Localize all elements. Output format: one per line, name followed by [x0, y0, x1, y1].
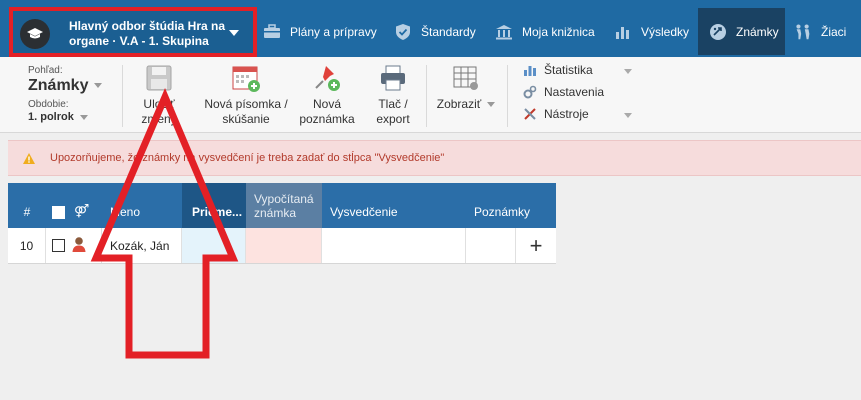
col-average[interactable]: Prieme...: [182, 183, 246, 228]
add-note-button[interactable]: +: [516, 228, 556, 263]
graduation-cap-icon: [20, 19, 50, 49]
nav-label: Plány a prípravy: [290, 24, 377, 39]
shield-check-icon: [393, 23, 413, 41]
briefcase-icon: [262, 23, 282, 41]
table-settings-icon: [450, 63, 482, 93]
calculated-grade-cell[interactable]: [246, 228, 322, 263]
col-report-card[interactable]: Vysvedčenie: [322, 183, 466, 228]
statistics-icon: [522, 63, 538, 77]
student-avatar-icon: [71, 236, 87, 256]
app-root: Hlavný odbor štúdia Hra na organe · V.A …: [0, 0, 861, 400]
plus-icon: +: [529, 232, 543, 258]
save-changes-button[interactable]: Uložiť zmeny: [136, 63, 182, 127]
warning-text: Upozorňujeme, že známky na vysvedčení je…: [50, 152, 445, 164]
grades-table: # ⚤ Meno Prieme... Vypočítaná známka Vys…: [8, 183, 556, 264]
floppy-disk-icon: [143, 63, 175, 93]
warning-banner: Upozorňujeme, že známky na vysvedčení je…: [8, 140, 861, 176]
average-cell[interactable]: [182, 228, 246, 263]
nav-library[interactable]: Moja knižnica: [494, 8, 604, 55]
nav-students[interactable]: Žiaci: [793, 8, 861, 55]
top-navigation: Hlavný odbor štúdia Hra na organe · V.A …: [0, 0, 861, 57]
term-value: 1. polrok: [28, 111, 74, 123]
new-note-button[interactable]: Nová poznámka: [297, 63, 357, 127]
chevron-down-icon: [487, 102, 496, 108]
statistics-label: Štatistika: [544, 63, 593, 77]
table-header: # ⚤ Meno Prieme... Vypočítaná známka Vys…: [8, 183, 556, 228]
view-value: Známky: [28, 77, 89, 94]
printer-icon: [377, 63, 409, 93]
students-icon: [793, 23, 813, 41]
student-name[interactable]: Kozák, Ján: [102, 228, 182, 263]
nav-label: Známky: [736, 24, 779, 39]
calendar-add-icon: [230, 63, 262, 93]
row-select-cell: [46, 228, 102, 263]
select-all-checkbox[interactable]: [52, 206, 65, 219]
chevron-down-icon: [79, 114, 88, 120]
nav-grades[interactable]: Známky: [698, 8, 785, 55]
col-name[interactable]: Meno: [102, 183, 182, 228]
nav-results[interactable]: Výsledky: [613, 8, 695, 55]
term-label: Obdobie:: [28, 99, 69, 110]
view-selector[interactable]: Pohľad: Známky Obdobie: 1. polrok: [28, 65, 103, 123]
table-row: 10 Kozák, Ján +: [8, 228, 556, 264]
settings-label: Nastavenia: [544, 85, 605, 99]
grade-icon: [708, 23, 728, 41]
notes-cell[interactable]: [466, 228, 516, 263]
class-selector[interactable]: Hlavný odbor štúdia Hra na organe · V.A …: [9, 7, 257, 57]
tools-label: Nástroje: [544, 107, 589, 121]
new-note-label: Nová poznámka: [299, 97, 355, 126]
class-selector-title: Hlavný odbor štúdia Hra na organe · V.A …: [69, 19, 226, 48]
term-selector[interactable]: 1. polrok: [28, 111, 102, 123]
divider: [122, 65, 123, 127]
gender-icon: ⚤: [74, 203, 90, 218]
nav-label: Štandardy: [421, 24, 476, 39]
statistics-menu[interactable]: Štatistika: [522, 63, 593, 77]
row-number: 10: [8, 228, 46, 263]
nav-label: Výsledky: [641, 24, 690, 39]
display-button[interactable]: Zobraziť: [436, 63, 496, 112]
view-label: Pohľad:: [28, 65, 63, 76]
save-changes-label: Uložiť zmeny: [141, 97, 177, 126]
row-checkbox[interactable]: [52, 239, 65, 252]
col-number[interactable]: #: [8, 183, 46, 228]
print-export-button[interactable]: Tlač / export: [370, 63, 416, 127]
tools-menu[interactable]: Nástroje: [522, 107, 589, 121]
settings-menu[interactable]: Nastavenia: [522, 85, 604, 99]
nav-label: Moja knižnica: [522, 24, 595, 39]
pushpin-add-icon: [311, 63, 343, 93]
col-calculated-grade[interactable]: Vypočítaná známka: [246, 183, 322, 228]
display-label: Zobraziť: [436, 97, 482, 111]
chevron-down-icon: [624, 69, 632, 74]
divider: [507, 65, 508, 127]
warning-icon: [22, 151, 38, 165]
new-test-label: Nová písomka / skúšanie: [204, 97, 288, 126]
chevron-down-icon: [229, 30, 239, 36]
divider: [426, 65, 427, 127]
library-icon: [494, 23, 514, 41]
ribbon-toolbar: Pohľad: Známky Obdobie: 1. polrok Uložiť…: [0, 57, 861, 133]
chevron-down-icon: [94, 83, 103, 89]
tools-icon: [522, 107, 538, 121]
bar-chart-icon: [613, 23, 633, 41]
gears-icon: [522, 85, 538, 99]
nav-standards[interactable]: Štandardy: [393, 8, 483, 55]
print-export-label: Tlač / export: [376, 97, 410, 126]
chevron-down-icon: [624, 113, 632, 118]
nav-label: Žiaci: [821, 24, 847, 39]
col-notes[interactable]: Poznámky: [466, 183, 556, 228]
report-card-cell[interactable]: [322, 228, 466, 263]
nav-plans[interactable]: Plány a prípravy: [262, 8, 380, 55]
col-select: ⚤: [46, 183, 102, 228]
new-test-button[interactable]: Nová písomka / skúšanie: [203, 63, 289, 127]
